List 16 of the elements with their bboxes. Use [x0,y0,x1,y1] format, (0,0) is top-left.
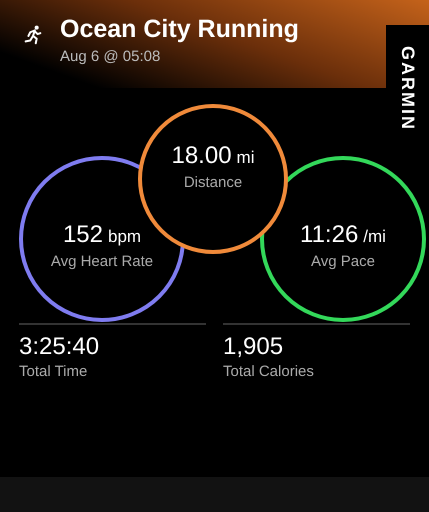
metric-value: 152 [62,220,103,248]
activity-title: Ocean City Running [60,14,299,44]
metric-label: Avg Heart Rate [50,252,154,270]
runner-icon [22,24,44,46]
metric-value: 11:26 [300,220,358,248]
stat-label: Total Calories [223,363,315,380]
metric-unit: mi [236,148,254,168]
stat-label: Total Time [19,363,88,380]
metric-unit: bpm [108,226,142,246]
activity-date: Aug 6 @ 05:08 [60,48,162,65]
metric-label: Avg Pace [311,252,375,270]
stat-value: 1,905 [223,333,284,361]
metric-label: Distance [184,174,242,190]
stat-value: 3:25:40 [19,333,100,361]
metric-unit: /mi [363,226,386,246]
metric-value: 18.00 [171,142,232,170]
